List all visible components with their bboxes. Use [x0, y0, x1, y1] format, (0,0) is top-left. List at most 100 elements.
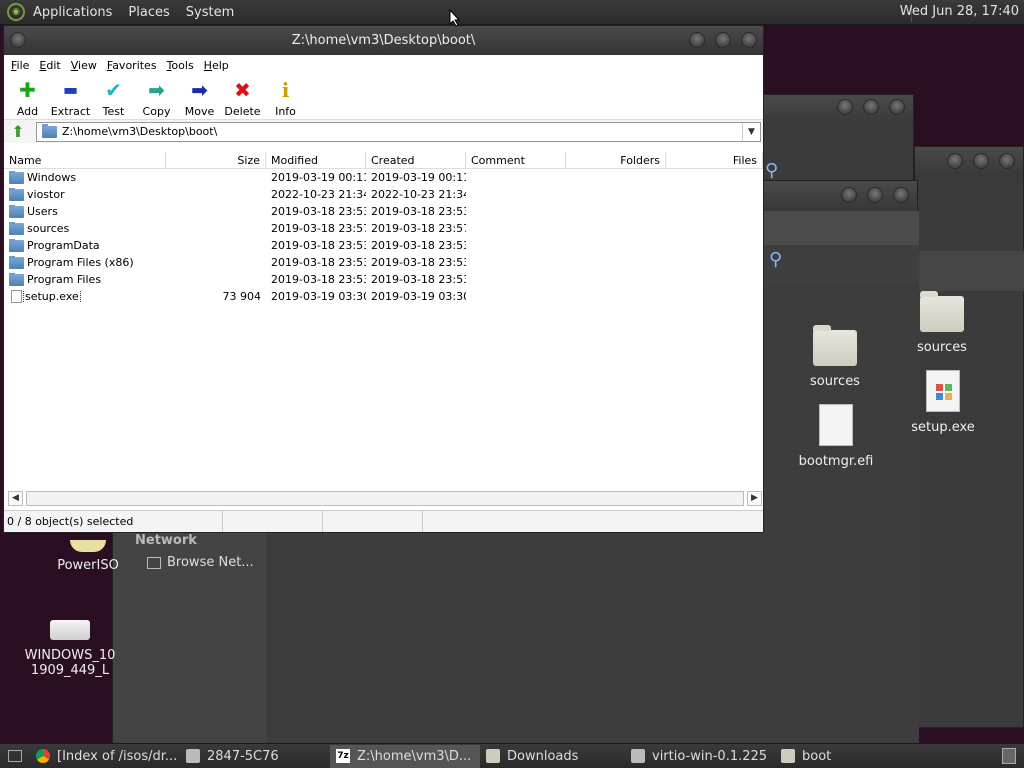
column-header-created[interactable]: Created	[366, 152, 466, 168]
chevron-down-icon[interactable]: ▼	[742, 122, 760, 141]
list-item[interactable]: Users 2019-03-18 23:53 2019-03-18 23:53	[4, 203, 763, 220]
column-header-comment[interactable]: Comment	[466, 152, 566, 168]
maximize-icon[interactable]	[867, 187, 883, 203]
menu-bar: File Edit View Favorites Tools Help	[4, 55, 763, 75]
move-button[interactable]: ➡ Move	[178, 75, 221, 119]
poweriso-desktop-icon[interactable]: PowerISO	[50, 540, 126, 573]
column-header-name[interactable]: Name	[4, 152, 166, 168]
sidebar-item-browse-network[interactable]: Browse Net...	[147, 555, 254, 570]
copy-button[interactable]: ➡ Copy	[135, 75, 178, 119]
item-modified: 2019-03-18 23:53	[271, 205, 366, 218]
bootmgr-file-icon[interactable]: bootmgr.efi	[796, 404, 876, 469]
applications-menu[interactable]: Applications	[33, 5, 112, 20]
minimize-icon[interactable]	[841, 187, 857, 203]
file-list[interactable]: Name Size Modified Created Comment Folde…	[4, 152, 763, 488]
menu-accel: H	[203, 58, 212, 72]
distro-logo-icon[interactable]: ◉	[7, 3, 25, 21]
network-icon	[147, 556, 161, 569]
taskbar-item-virtio[interactable]: virtio-win-0.1.225	[625, 745, 775, 768]
item-created: 2019-03-18 23:53	[371, 205, 466, 218]
taskbar-item-boot[interactable]: boot	[775, 745, 915, 768]
delete-button[interactable]: ✖ Delete	[221, 75, 264, 119]
column-header-folders[interactable]: Folders	[566, 152, 666, 168]
places-menu[interactable]: Places	[128, 5, 169, 20]
menu-edit[interactable]: Edit	[34, 59, 65, 72]
folder-icon	[9, 188, 24, 201]
maximize-icon[interactable]	[715, 32, 731, 48]
sources-folder-icon-2[interactable]: sources	[904, 291, 980, 355]
close-icon[interactable]	[741, 32, 757, 48]
clock[interactable]: Wed Jun 28, 17:40	[900, 4, 1019, 19]
list-item[interactable]: Program Files 2019-03-18 23:53 2019-03-1…	[4, 271, 763, 288]
search-icon[interactable]: ⚲	[769, 249, 782, 270]
add-button[interactable]: ✚ Add	[6, 75, 49, 119]
window-titlebar[interactable]: Z:\home\vm3\Desktop\boot\	[4, 26, 763, 55]
icon-label: bootmgr.efi	[798, 454, 874, 469]
maximize-icon[interactable]	[973, 153, 989, 169]
taskbar-item-label: virtio-win-0.1.225	[652, 748, 768, 764]
menu-label: elp	[211, 58, 229, 72]
list-item[interactable]: Windows 2019-03-19 00:11 2019-03-19 00:1…	[4, 169, 763, 186]
windows-drive-desktop-icon[interactable]: WINDOWS_10 1909_449_L	[20, 620, 120, 678]
minimize-icon[interactable]	[947, 153, 963, 169]
7zip-file-manager-window[interactable]: Z:\home\vm3\Desktop\boot\ File Edit View…	[3, 25, 764, 533]
taskbar-item-downloads[interactable]: Downloads	[480, 745, 625, 768]
window-menu-icon[interactable]	[10, 32, 26, 48]
menu-favorites[interactable]: Favorites	[102, 59, 162, 72]
menu-help[interactable]: Help	[199, 59, 234, 72]
horizontal-scrollbar[interactable]: ◀ ▶	[8, 490, 762, 506]
item-modified: 2019-03-18 23:53	[271, 239, 366, 252]
close-icon[interactable]	[889, 99, 905, 115]
folder-icon	[9, 239, 24, 252]
test-button[interactable]: ✔ Test	[92, 75, 135, 119]
item-created: 2019-03-19 00:11	[371, 171, 466, 184]
taskbar-item-label: Downloads	[507, 748, 579, 764]
folder-icon	[486, 749, 500, 763]
menu-tools[interactable]: Tools	[162, 59, 199, 72]
item-name: sources	[27, 222, 70, 235]
setup-exe-icon[interactable]: setup.exe	[908, 370, 978, 435]
taskbar-item-7zip[interactable]: 7z Z:\home\vm3\D...	[330, 744, 480, 768]
status-panel-3	[323, 511, 423, 532]
path-combobox[interactable]: Z:\home\vm3\Desktop\boot\ ▼	[36, 121, 761, 142]
extract-button[interactable]: ▬ Extract	[49, 75, 92, 119]
icon-label-line-1: WINDOWS_10	[24, 648, 116, 663]
taskbar-item-drive[interactable]: 2847-5C76	[180, 745, 330, 768]
menu-view[interactable]: View	[66, 59, 102, 72]
status-panel-4	[423, 511, 763, 532]
sources-folder-icon[interactable]: sources	[796, 325, 874, 389]
workspace-switcher[interactable]	[994, 745, 1024, 768]
up-folder-button[interactable]: ⬆	[6, 121, 30, 143]
close-icon[interactable]	[999, 153, 1015, 169]
show-desktop-button[interactable]	[0, 745, 30, 768]
minimize-icon[interactable]	[689, 32, 705, 48]
taskbar-item-browser[interactable]: [Index of /isos/dr...	[30, 745, 180, 768]
drive-icon	[631, 749, 645, 763]
taskbar-item-label: boot	[802, 748, 832, 764]
menu-file[interactable]: File	[6, 59, 34, 72]
plus-icon: ✚	[19, 78, 36, 102]
list-item[interactable]: sources 2019-03-18 23:57 2019-03-18 23:5…	[4, 220, 763, 237]
close-icon[interactable]	[893, 187, 909, 203]
file-icon	[819, 404, 853, 446]
info-button[interactable]: i Info	[264, 75, 307, 119]
scroll-right-icon[interactable]: ▶	[747, 490, 762, 506]
column-header-files[interactable]: Files	[666, 152, 763, 168]
scrollbar-track[interactable]	[26, 490, 744, 506]
item-name: Users	[27, 205, 58, 218]
scroll-left-icon[interactable]: ◀	[8, 490, 23, 506]
system-menu[interactable]: System	[186, 5, 234, 20]
column-header-size[interactable]: Size	[166, 152, 266, 168]
list-item-focused[interactable]: setup.exe 73 904 2019-03-19 03:30 2019-0…	[4, 288, 763, 305]
list-item[interactable]: viostor 2022-10-23 21:34 2022-10-23 21:3…	[4, 186, 763, 203]
status-bar: 0 / 8 object(s) selected	[4, 510, 763, 532]
background-window-2[interactable]	[914, 146, 1024, 728]
column-header-modified[interactable]: Modified	[266, 152, 366, 168]
toolbar-strip	[915, 251, 1024, 291]
desktop-icon	[8, 750, 22, 762]
minimize-icon[interactable]	[837, 99, 853, 115]
list-item[interactable]: Program Files (x86) 2019-03-18 23:53 201…	[4, 254, 763, 271]
maximize-icon[interactable]	[863, 99, 879, 115]
list-item[interactable]: ProgramData 2019-03-18 23:53 2019-03-18 …	[4, 237, 763, 254]
search-icon[interactable]: ⚲	[765, 160, 778, 181]
